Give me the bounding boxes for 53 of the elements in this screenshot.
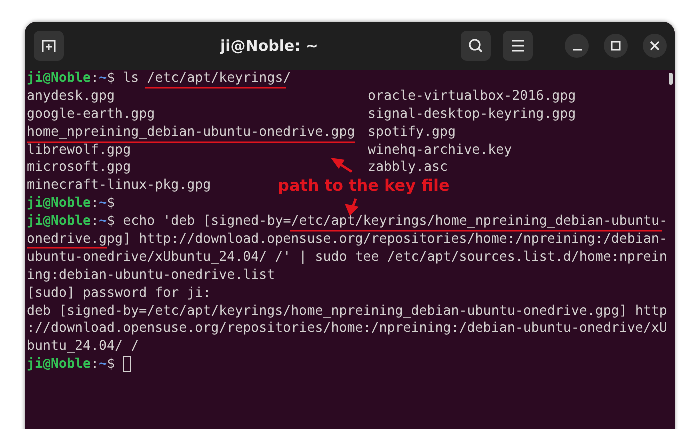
command-text: ls /etc/apt/keyrings/: [123, 71, 292, 86]
file-name: librewolf.gpg: [27, 142, 132, 160]
prompt-separator: :: [91, 71, 100, 86]
output-text: onedrive.gpg] http://download.opensuse.org/repositories/home:/npreining:/debian-: [27, 232, 668, 248]
search-icon: [468, 38, 484, 54]
prompt-user: ji@Noble: [27, 214, 92, 230]
prompt-path: ~: [99, 71, 108, 86]
output-text: ing:debian-ubuntu-onedrive.list: [27, 268, 276, 283]
arrow: [345, 198, 359, 216]
maximize-icon: [611, 41, 621, 51]
menu-icon: [511, 40, 525, 52]
prompt-symbol: $: [107, 214, 116, 230]
file-name: winehq-archive.key: [368, 142, 512, 160]
output-text: buntu_24.04/ /: [27, 339, 140, 354]
close-icon: [650, 41, 660, 51]
prompt-user: ji@Noble: [27, 196, 92, 212]
prompt-symbol: $: [107, 357, 116, 372]
new-tab-icon: [41, 38, 57, 54]
output-text: [sudo] password for ji:: [27, 286, 212, 301]
output-text: ubuntu-onedrive/xUbuntu_24.04/ /' | sudo tee /etc/apt/sources.list.d/home:nprein: [27, 250, 668, 265]
annotation-label: path to the key file: [278, 176, 450, 195]
file-name: google-earth.gpg: [27, 106, 156, 124]
prompt-path: ~: [99, 196, 108, 212]
minimize-button[interactable]: [565, 34, 589, 58]
prompt-separator: :: [91, 196, 100, 212]
output-text: deb [signed-by=/etc/apt/keyrings/home_npreining_debian-ubuntu-onedrive.gpg] http: [27, 304, 668, 319]
output-text: ://download.opensuse.org/repositories/home:/npreining:/debian-ubuntu-onedrive/xU: [27, 321, 668, 336]
scroll-thumb[interactable]: [669, 73, 673, 85]
prompt-user: ji@Noble: [27, 71, 92, 86]
prompt-symbol: $: [107, 71, 116, 86]
new-tab-button[interactable]: [34, 31, 64, 61]
file-name: minecraft-linux-pkg.gpg: [27, 177, 212, 196]
file-name: oracle-virtualbox-2016.gpg: [368, 88, 576, 106]
search-button[interactable]: [461, 31, 491, 61]
minimize-icon: [572, 49, 582, 51]
menu-button[interactable]: [503, 31, 533, 61]
prompt-separator: :: [91, 214, 100, 230]
prompt-symbol: $: [107, 196, 116, 212]
prompt-user: ji@Noble: [27, 357, 92, 372]
close-button[interactable]: [643, 34, 667, 58]
maximize-button[interactable]: [604, 34, 628, 58]
file-name: anydesk.gpg: [27, 88, 116, 106]
prompt-separator: :: [91, 357, 100, 372]
file-name: signal-desktop-keyring.gpg: [368, 106, 576, 124]
file-name: microsoft.gpg: [27, 159, 132, 178]
window-title: ji@Noble: ~: [219, 37, 320, 55]
arrow: [331, 158, 353, 174]
file-name: zabbly.asc: [368, 159, 448, 178]
file-name: home_npreining_debian-ubuntu-onedrive.gpg: [27, 124, 356, 142]
command-text: echo 'deb [signed-by=/etc/apt/keyrings/home_npreining_debian-ubuntu-: [123, 214, 668, 230]
prompt-path: ~: [99, 214, 108, 230]
prompt-path: ~: [99, 357, 108, 372]
file-name: spotify.gpg: [368, 124, 456, 142]
